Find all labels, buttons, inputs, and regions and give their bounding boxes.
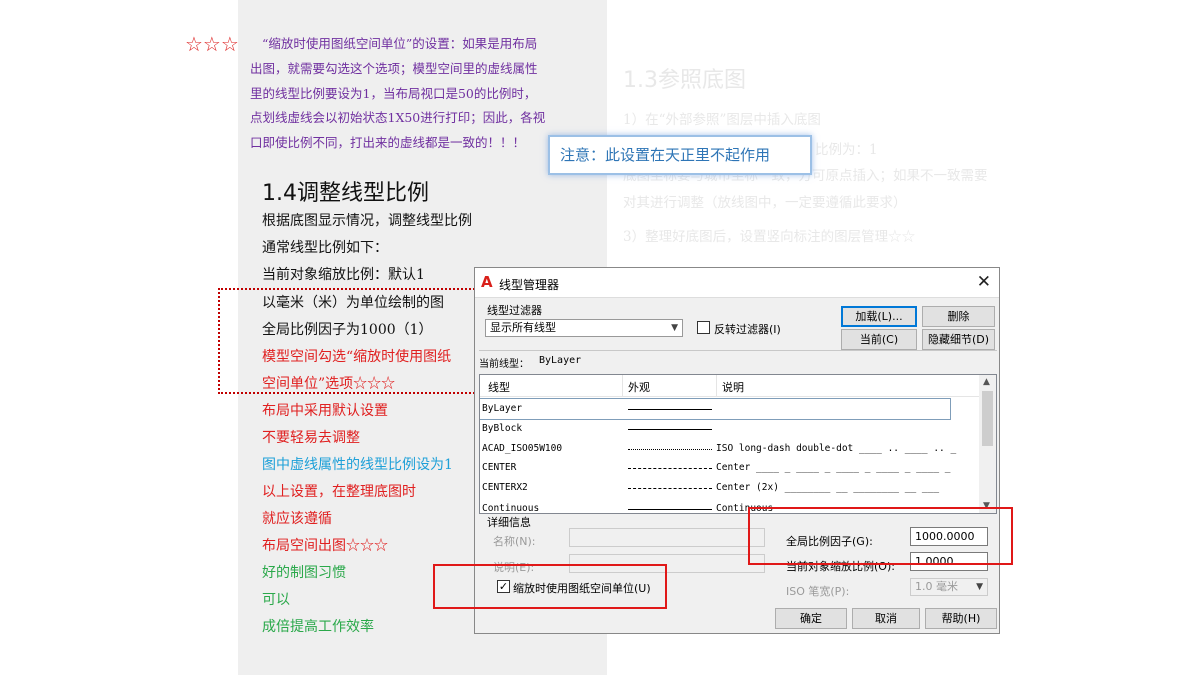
chevron-down-icon: ▼ — [976, 579, 983, 595]
help-button[interactable]: 帮助(H) — [925, 608, 997, 629]
chevron-down-icon: ▼ — [671, 320, 678, 336]
table-row[interactable]: ACAD_ISO05W100 ISO long-dash double-dot … — [480, 439, 980, 459]
row-name: CENTER — [482, 462, 516, 473]
table-row[interactable]: CENTER Center ____ _ ____ _ ____ _ ____ … — [480, 458, 980, 478]
note-line-1: “缩放时使用图纸空间单位”的设置：如果是用布局 — [262, 37, 537, 51]
cancel-button[interactable]: 取消 — [852, 608, 920, 629]
current-linetype-value: ByLayer — [539, 355, 581, 366]
ghost-line-1: 1）在“外部参照”图层中插入底图 — [623, 108, 821, 128]
row-name: Continuous — [482, 503, 539, 514]
table-row[interactable]: CENTERX2 Center (2x) ________ __ _______… — [480, 478, 980, 498]
row-name: ACAD_ISO05W100 — [482, 443, 562, 454]
note-line-5: 口即使比例不同，打出来的虚线都是一致的！！！ — [250, 136, 525, 150]
linetype-list[interactable]: 线型 外观 说明 ByLayer ByBlock ACAD_ISO05W100 … — [479, 374, 997, 514]
hide-details-button[interactable]: 隐藏细节(D) — [922, 329, 995, 350]
highlight-checkbox-box — [433, 564, 667, 609]
callout-note: 注意：此设置在天正里不起作用 — [548, 135, 812, 175]
column-divider — [716, 375, 717, 397]
ghost-line-2: 比例为：1 — [815, 138, 878, 158]
linetype-preview — [628, 509, 712, 510]
delete-button[interactable]: 删除 — [922, 306, 995, 327]
row-description: ISO long-dash double-dot ____ .. ____ ..… — [716, 443, 956, 454]
section-line: 通常线型比例如下： — [262, 239, 388, 257]
section-line: 成倍提高工作效率 — [262, 618, 374, 636]
ghost-line-4: 对其进行调整（放线图中，一定要遵循此要求） — [623, 191, 907, 211]
section-line: 可以 — [262, 591, 290, 609]
scroll-thumb[interactable] — [982, 391, 993, 446]
filter-select-value: 显示所有线型 — [490, 321, 556, 334]
name-field — [569, 528, 765, 547]
linetype-preview — [628, 429, 712, 430]
divider — [479, 350, 997, 351]
iso-pen-width-value: 1.0 毫米 — [915, 580, 958, 593]
section-line: 根据底图显示情况，调整线型比例 — [262, 212, 472, 230]
filter-label: 线型过滤器 — [487, 302, 542, 318]
list-header: 线型 外观 说明 — [480, 375, 980, 397]
filter-select[interactable]: 显示所有线型 ▼ — [485, 319, 683, 337]
column-header-linetype[interactable]: 线型 — [488, 379, 510, 395]
current-button[interactable]: 当前(C) — [841, 329, 917, 350]
invert-filter-label: 反转过滤器(I) — [714, 321, 781, 337]
details-group-label: 详细信息 — [487, 514, 531, 530]
highlight-scale-box — [748, 507, 1013, 565]
section-heading: 1.4调整线型比例 — [262, 175, 429, 207]
row-description: Center (2x) ________ __ ________ __ ___ — [716, 482, 939, 493]
section-line: 当前对象缩放比例：默认1 — [262, 266, 425, 284]
ghost-line-5: 3）整理好底图后，设置竖向标注的图层管理☆☆ — [623, 225, 915, 245]
autocad-logo-icon: A — [481, 274, 493, 290]
row-description: Center ____ _ ____ _ ____ _ ____ _ ____ … — [716, 462, 951, 473]
list-scrollbar[interactable]: ▲ ▼ — [979, 375, 996, 513]
section-line: 以上设置，在整理底图时 — [262, 483, 416, 501]
linetype-preview — [628, 449, 712, 450]
section-line: 不要轻易去调整 — [262, 429, 360, 447]
section-line: 就应该遵循 — [262, 510, 332, 528]
iso-pen-width-label: ISO 笔宽(P): — [786, 583, 849, 599]
table-row[interactable]: ByBlock — [480, 419, 980, 439]
section-line: 图中虚线属性的线型比例设为1 — [262, 456, 453, 474]
iso-pen-width-select: 1.0 毫米 ▼ — [910, 578, 988, 596]
column-header-appearance[interactable]: 外观 — [628, 379, 650, 395]
close-icon[interactable]: ✕ — [977, 272, 991, 292]
dialog-title: 线型管理器 — [499, 276, 559, 293]
ghost-heading: 1.3参照底图 — [623, 62, 746, 94]
scroll-up-icon[interactable]: ▲ — [983, 377, 990, 387]
ok-button[interactable]: 确定 — [775, 608, 847, 629]
linetype-preview — [628, 488, 712, 489]
name-label: 名称(N): — [493, 533, 536, 549]
star-rating-icon: ☆☆☆ — [185, 33, 239, 55]
row-name: ByLayer — [482, 403, 522, 414]
current-linetype-label: 当前线型： — [479, 355, 529, 370]
invert-filter-checkbox[interactable] — [697, 321, 710, 334]
column-header-description[interactable]: 说明 — [722, 379, 744, 395]
note-line-4: 点划线虚线会以初始状态1X50进行打印；因此，各视 — [250, 111, 545, 125]
column-divider — [622, 375, 623, 397]
linetype-preview — [628, 409, 712, 410]
table-row[interactable]: ByLayer — [480, 399, 950, 419]
highlight-dotted-box — [218, 288, 478, 394]
note-line-3: 里的线型比例要设为1，当布局视口是50的比例时， — [250, 87, 536, 101]
section-line: 布局中采用默认设置 — [262, 402, 388, 420]
dialog-titlebar[interactable]: A 线型管理器 ✕ — [475, 268, 999, 298]
load-button[interactable]: 加载(L)... — [841, 306, 917, 327]
section-line: 布局空间出图☆☆☆ — [262, 537, 388, 555]
linetype-preview — [628, 468, 712, 469]
row-name: CENTERX2 — [482, 482, 528, 493]
note-line-2: 出图，就需要勾选这个选项；模型空间里的虚线属性 — [250, 62, 538, 76]
section-line: 好的制图习惯 — [262, 564, 346, 582]
row-name: ByBlock — [482, 423, 522, 434]
